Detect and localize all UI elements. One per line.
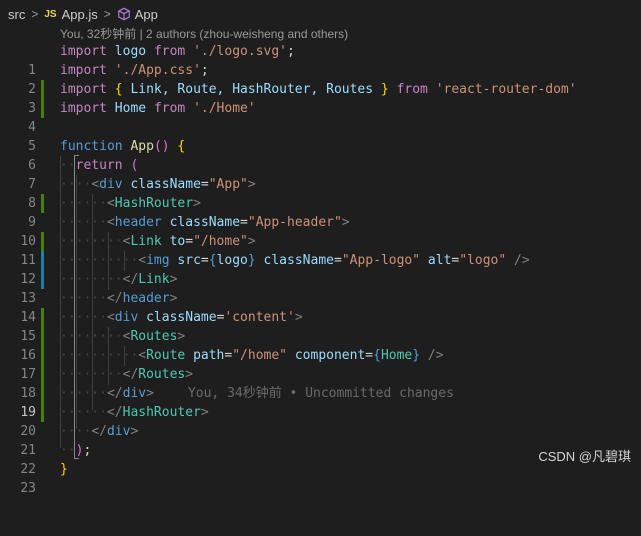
code-line: 5 bbox=[0, 118, 641, 154]
code-content[interactable]: ····</div> bbox=[60, 422, 138, 441]
chevron-right-icon: > bbox=[103, 7, 111, 21]
git-modified-marker[interactable] bbox=[41, 270, 44, 289]
symbol-method-icon bbox=[117, 7, 130, 21]
code-content[interactable]: ······<HashRouter> bbox=[60, 194, 201, 213]
code-line: 11 ········<Link to="/home"> bbox=[0, 232, 641, 268]
code-line: 7 ··return ( bbox=[0, 156, 641, 192]
breadcrumb-folder[interactable]: src bbox=[8, 7, 25, 22]
git-added-marker[interactable] bbox=[41, 384, 44, 403]
code-content[interactable]: ········</Routes> bbox=[60, 365, 193, 384]
code-content[interactable]: import { Link, Route, HashRouter, Routes… bbox=[60, 80, 577, 99]
inline-blame-ghost-text: You, 34秒钟前 • Uncommitted changes bbox=[187, 386, 454, 401]
code-content[interactable]: function App() { bbox=[60, 137, 185, 156]
breadcrumb-file[interactable]: JS App.js bbox=[44, 7, 97, 22]
code-line: 6 function App() { bbox=[0, 137, 641, 173]
javascript-file-icon: JS bbox=[44, 8, 57, 20]
git-added-marker[interactable] bbox=[41, 403, 44, 422]
breadcrumb-symbol[interactable]: App bbox=[117, 7, 158, 22]
code-line: 15 ······<div className='content'> bbox=[0, 308, 641, 344]
code-line: 20 ······</HashRouter> bbox=[0, 403, 641, 439]
code-line: 1 import logo from './logo.svg'; bbox=[0, 42, 641, 78]
code-editor[interactable]: 1 import logo from './logo.svg'; 2 impor… bbox=[0, 42, 641, 496]
code-line: 18 ········</Routes> bbox=[0, 365, 641, 401]
code-content[interactable]: ······</HashRouter> bbox=[60, 403, 209, 422]
code-content[interactable]: ········<Link to="/home"> bbox=[60, 232, 256, 251]
code-content[interactable]: ······</div> You, 34秒钟前 • Uncommitted cha… bbox=[60, 384, 454, 403]
code-content[interactable]: ··········<Route path="/home" component=… bbox=[60, 346, 444, 365]
line-number: 23 bbox=[20, 481, 36, 496]
code-content[interactable]: ····<div className="App"> bbox=[60, 175, 256, 194]
git-added-marker[interactable] bbox=[41, 232, 44, 251]
watermark: CSDN @凡碧琪 bbox=[538, 449, 631, 464]
git-added-marker[interactable] bbox=[41, 365, 44, 384]
code-content[interactable]: import './App.css'; bbox=[60, 61, 209, 80]
code-content[interactable]: ··return ( bbox=[60, 156, 138, 175]
git-added-marker[interactable] bbox=[41, 308, 44, 327]
code-line: 8 ····<div className="App"> bbox=[0, 175, 641, 211]
code-line: 16 ········<Routes> bbox=[0, 327, 641, 363]
code-line: 4 import Home from './Home' bbox=[0, 99, 641, 135]
code-content[interactable]: ······<div className='content'> bbox=[60, 308, 303, 327]
code-content[interactable]: ······<header className="App-header"> bbox=[60, 213, 350, 232]
breadcrumb: src > JS App.js > App bbox=[0, 0, 641, 28]
git-added-marker[interactable] bbox=[41, 99, 44, 118]
code-line: 10 ······<header className="App-header"> bbox=[0, 213, 641, 249]
code-line: 3 import { Link, Route, HashRouter, Rout… bbox=[0, 80, 641, 116]
code-line: 9 ······<HashRouter> bbox=[0, 194, 641, 230]
git-added-marker[interactable] bbox=[41, 80, 44, 99]
git-added-marker[interactable] bbox=[41, 327, 44, 346]
git-blame-codelens[interactable]: You, 32秒钟前 | 2 authors (zhou-weisheng an… bbox=[60, 25, 348, 43]
code-content[interactable]: ········</Link> bbox=[60, 270, 177, 289]
git-modified-marker[interactable] bbox=[41, 251, 44, 270]
code-line: 21 ····</div> bbox=[0, 422, 641, 458]
chevron-right-icon: > bbox=[31, 7, 39, 21]
code-line: 13 ········</Link> bbox=[0, 270, 641, 306]
code-line: 2 import './App.css'; bbox=[0, 61, 641, 97]
code-line: 19 ······</div> You, 34秒钟前 • Uncommitted … bbox=[0, 384, 641, 420]
code-content[interactable]: } bbox=[60, 460, 68, 479]
code-content[interactable]: ······</header> bbox=[60, 289, 177, 308]
code-content[interactable]: ··); bbox=[60, 441, 91, 460]
code-line: 14 ······</header> bbox=[0, 289, 641, 325]
code-line: 12 ··········<img src={logo} className="… bbox=[0, 251, 641, 287]
git-added-marker[interactable] bbox=[41, 194, 44, 213]
code-content[interactable]: ··········<img src={logo} className="App… bbox=[60, 251, 530, 270]
code-line: 17 ··········<Route path="/home" compone… bbox=[0, 346, 641, 382]
code-content[interactable]: ········<Routes> bbox=[60, 327, 185, 346]
code-content[interactable]: import Home from './Home' bbox=[60, 99, 256, 118]
code-content[interactable]: import logo from './logo.svg'; bbox=[60, 42, 295, 61]
git-added-marker[interactable] bbox=[41, 346, 44, 365]
